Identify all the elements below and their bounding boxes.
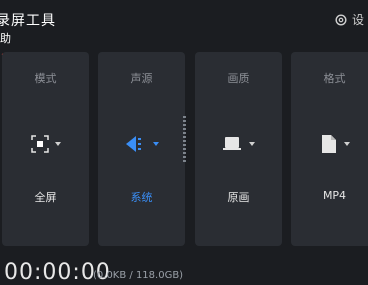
volume-level-bar — [183, 136, 186, 138]
format-selector[interactable] — [291, 132, 368, 156]
settings-button[interactable]: 设 — [334, 11, 364, 28]
audio-source-card[interactable]: 声源 系统 — [98, 52, 186, 246]
audio-source-label: 声源 — [130, 72, 153, 85]
quality-label: 画质 — [227, 72, 250, 85]
chevron-down-icon — [343, 142, 350, 146]
app-subtitle: 助 — [0, 32, 11, 45]
chevron-down-icon — [54, 142, 61, 146]
volume-level-bar — [183, 120, 186, 122]
volume-level-bar — [183, 116, 186, 118]
mode-value: 全屏 — [34, 191, 57, 204]
settings-label: 设 — [351, 13, 364, 27]
chevron-down-icon — [152, 142, 159, 146]
volume-level-bar — [183, 156, 186, 158]
app-title: 录屏工具 — [0, 13, 56, 29]
audio-source-selector[interactable] — [98, 132, 185, 156]
quality-card[interactable]: 画质 原画 — [195, 52, 282, 246]
mode-label: 模式 — [34, 72, 57, 85]
format-value: MP4 — [322, 189, 347, 202]
speaker-icon — [125, 136, 141, 152]
fullscreen-icon — [30, 135, 49, 153]
chevron-down-icon — [248, 142, 255, 146]
volume-level-bar — [183, 140, 186, 142]
volume-level-bar — [183, 132, 186, 134]
format-label: 格式 — [323, 72, 346, 85]
volume-meter[interactable] — [183, 116, 186, 166]
volume-level-bar — [183, 144, 186, 146]
volume-level-bar — [183, 160, 186, 162]
volume-level-bar — [183, 152, 186, 154]
file-icon — [321, 135, 336, 153]
quality-selector[interactable] — [195, 132, 282, 156]
volume-level-bar — [183, 128, 186, 130]
audio-source-value: 系统 — [130, 191, 153, 204]
mode-selector[interactable] — [2, 132, 89, 156]
volume-level-bar — [183, 148, 186, 150]
monitor-icon — [222, 137, 241, 150]
mode-card[interactable]: 模式 全屏 — [2, 52, 89, 246]
gear-icon — [335, 13, 347, 26]
volume-level-bar — [183, 124, 186, 126]
format-card[interactable]: 格式 MP4 — [291, 52, 368, 246]
quality-value: 原画 — [227, 191, 250, 204]
